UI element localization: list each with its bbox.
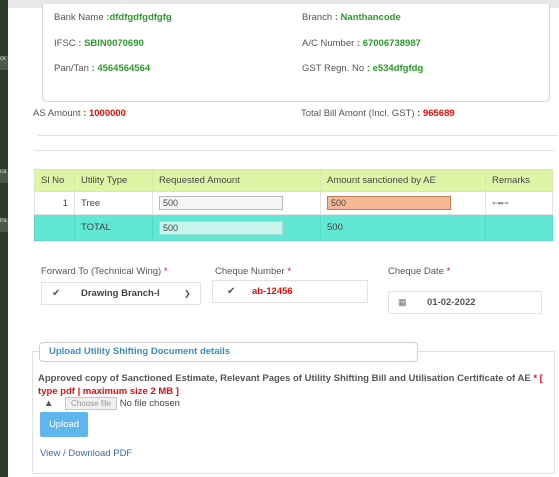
cell-total-sanctioned: 500: [320, 214, 486, 241]
sidebar-tab-label: ck: [0, 56, 6, 62]
cell-empty: [485, 214, 553, 241]
account-number-label: A/C Number: [302, 38, 355, 49]
forward-to-value: Drawing Branch-I: [81, 288, 160, 299]
cheque-date-input[interactable]: ▦ 01-02-2022: [388, 291, 542, 314]
cell-requested-amount: 500: [152, 191, 321, 215]
total-bill-amount: Total Bill Amont (Incl. GST) : 965689: [301, 108, 455, 119]
account-number: A/C Number : 67006738987: [302, 38, 421, 49]
check-icon: ✔: [52, 288, 61, 299]
upload-section-title: Upload Utility Shifting Document details: [39, 342, 418, 362]
account-number-value: : 67006738987: [356, 38, 421, 49]
pan-tan: Pan/Tan : 4564564564: [54, 63, 150, 74]
file-input: ▲ Choose file No file chosen: [44, 397, 180, 410]
gst-label: GST Regn. No: [302, 63, 365, 74]
ifsc-value: : SBIN0070690: [78, 38, 144, 49]
main-panel: Bank Name :dfdfgdfgdfgfg Branch : Nantha…: [8, 4, 559, 477]
sidebar-tab-label: ca: [0, 169, 7, 175]
ifsc: IFSC : SBIN0070690: [54, 38, 144, 49]
remarks-link-icon[interactable]: ⊶⊷: [492, 198, 509, 208]
cell-total-requested: 500: [152, 214, 321, 241]
sidebar-tab[interactable]: lra: [0, 218, 8, 232]
cell-remarks: ⊶⊷: [485, 191, 553, 215]
forward-to-select[interactable]: ✔ Drawing Branch-I ❯: [41, 282, 201, 305]
sidebar-tab-label: lra: [0, 218, 7, 224]
forward-to-label: Forward To (Technical Wing) *: [41, 266, 168, 277]
bank-details-card: Bank Name :dfdfgdfgdfgfg Branch : Nantha…: [42, 4, 550, 102]
chevron-down-icon: ❯: [184, 289, 191, 298]
upload-instructions-text: Approved copy of Sanctioned Estimate, Re…: [38, 373, 531, 384]
header-sl-no: Sl No: [34, 169, 75, 192]
total-bill-value: : 965689: [417, 108, 455, 119]
cheque-number-input[interactable]: ✔ ab-12456: [212, 280, 368, 303]
sidebar-strip: ck ca lra: [0, 0, 8, 477]
table-total-row: TOTAL 500 500: [34, 214, 553, 241]
bank-name-value: :dfdfgdfgdfgfg: [106, 12, 172, 23]
divider: [34, 150, 554, 151]
no-file-chosen-text: No file chosen: [119, 398, 180, 410]
utility-table: Sl No Utility Type Requested Amount Amou…: [34, 169, 553, 241]
total-requested-field: 500: [159, 220, 283, 235]
upload-instructions: Approved copy of Sanctioned Estimate, Re…: [38, 372, 558, 398]
as-amount-label: AS Amount: [33, 108, 81, 119]
cell-utility-type: Tree: [74, 191, 153, 215]
header-requested-amount: Requested Amount: [152, 169, 321, 192]
cheque-number-value: ab-12456: [252, 286, 293, 297]
upload-button[interactable]: Upload: [40, 412, 88, 437]
pan-label: Pan/Tan: [54, 63, 89, 74]
required-mark: *: [446, 266, 451, 277]
required-mark: *: [163, 266, 168, 277]
table-row: 1 Tree 500 500 ⊶⊷: [34, 191, 553, 215]
sidebar-tab[interactable]: ca: [0, 169, 8, 183]
cheque-date-label-text: Cheque Date: [388, 266, 444, 277]
ifsc-label: IFSC: [54, 38, 76, 49]
gst-value: : e534dfgfdg: [366, 63, 424, 74]
bank-name-label: Bank Name: [54, 12, 104, 23]
requested-amount-input[interactable]: 500: [159, 196, 283, 210]
sanctioned-amount-input[interactable]: 500: [327, 196, 451, 210]
cell-sl-no: 1: [34, 191, 75, 215]
pan-value: : 4564564564: [91, 63, 151, 74]
cell-total-label: TOTAL: [74, 214, 153, 241]
sidebar-tab[interactable]: ck: [0, 56, 8, 70]
as-amount: AS Amount : 1000000: [33, 108, 126, 119]
forward-to-label-text: Forward To (Technical Wing): [41, 266, 162, 277]
divider: [38, 135, 558, 136]
cheque-number-label: Cheque Number *: [215, 266, 291, 277]
required-mark: *: [287, 266, 292, 277]
bank-name: Bank Name :dfdfgdfgdfgfg: [54, 12, 172, 23]
total-bill-label: Total Bill Amont (Incl. GST): [301, 108, 415, 119]
choose-file-button[interactable]: Choose file: [65, 397, 118, 410]
header-amount-sanctioned: Amount sanctioned by AE: [320, 169, 486, 192]
gst-regn: GST Regn. No : e534dfgfdg: [302, 63, 423, 74]
branch: Branch : Nanthancode: [302, 12, 401, 23]
as-amount-value: : 1000000: [83, 108, 126, 119]
cell-empty: [34, 214, 75, 241]
view-download-pdf-link[interactable]: View / Download PDF: [40, 448, 132, 459]
header-utility-type: Utility Type: [74, 169, 153, 192]
calendar-icon: ▦: [398, 297, 407, 307]
table-header-row: Sl No Utility Type Requested Amount Amou…: [34, 169, 553, 192]
upload-arrow-icon: ▲: [44, 398, 54, 410]
branch-label: Branch: [302, 12, 333, 23]
header-remarks: Remarks: [485, 169, 553, 192]
branch-value: : Nanthancode: [334, 12, 401, 23]
cell-amount-sanctioned: 500: [320, 191, 486, 215]
check-icon: ✔: [227, 286, 236, 297]
cheque-number-label-text: Cheque Number: [215, 266, 285, 277]
cheque-date-label: Cheque Date *: [388, 266, 450, 277]
cheque-date-value: 01-02-2022: [427, 297, 476, 308]
